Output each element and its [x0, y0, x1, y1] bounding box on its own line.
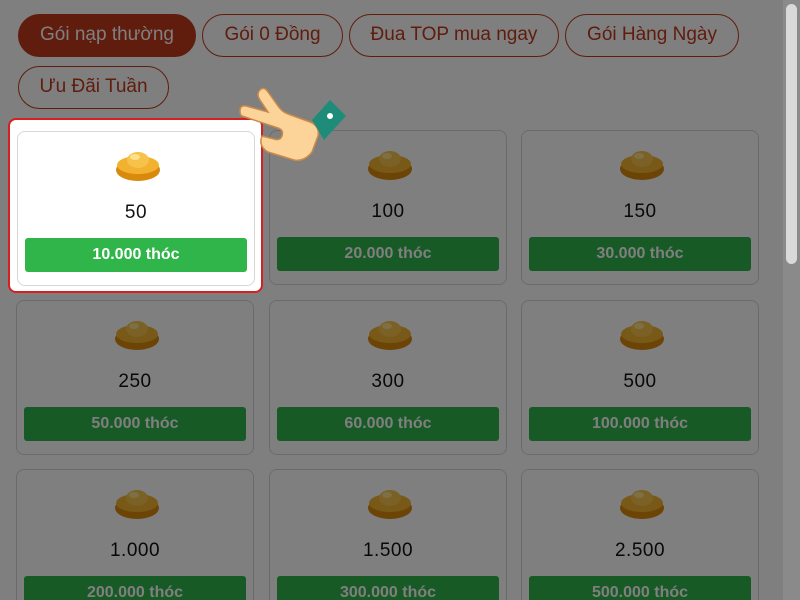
package-card[interactable]: 150 30.000 thóc — [521, 130, 759, 285]
package-price-button[interactable]: 20.000 thóc — [277, 237, 499, 271]
gold-ingot-icon — [368, 321, 412, 350]
package-amount: 250 — [118, 371, 152, 392]
package-price-button[interactable]: 50.000 thóc — [24, 407, 246, 441]
package-card[interactable]: 500 100.000 thóc — [521, 300, 759, 455]
package-card[interactable]: 300 60.000 thóc — [269, 300, 507, 455]
tab-goi-0-dong[interactable]: Gói 0 Đồng — [202, 14, 343, 57]
package-amount: 100 — [371, 201, 405, 222]
tab-goi-nap-thuong[interactable]: Gói nạp thường — [18, 14, 196, 57]
package-amount: 300 — [371, 371, 405, 392]
package-amount: 2.500 — [614, 540, 666, 561]
package-page: Gói nạp thường Gói 0 Đồng Đua TOP mua ng… — [0, 0, 800, 600]
pointing-hand-icon — [239, 87, 346, 162]
gold-ingot-icon — [116, 152, 160, 181]
package-card[interactable]: 1.500 300.000 thóc — [269, 469, 507, 600]
tab-goi-hang-ngay[interactable]: Gói Hàng Ngày — [565, 14, 739, 57]
tab-dua-top-mua-ngay[interactable]: Đua TOP mua ngay — [349, 14, 559, 57]
package-amount: 1.000 — [109, 540, 161, 561]
package-amount: 500 — [623, 371, 657, 392]
highlighted-package: 50 10.000 thóc — [8, 118, 263, 293]
package-price-button[interactable]: 60.000 thóc — [277, 407, 499, 441]
tab-uu-dai-tuan[interactable]: Ưu Đãi Tuần — [18, 66, 169, 109]
scrollbar-thumb[interactable] — [786, 4, 797, 264]
package-price-button[interactable]: 100.000 thóc — [529, 407, 751, 441]
package-price-button[interactable]: 30.000 thóc — [529, 237, 751, 271]
gold-ingot-icon — [368, 490, 412, 519]
package-price-button[interactable]: 500.000 thóc — [529, 576, 751, 600]
gold-ingot-icon — [115, 321, 159, 350]
scrollbar[interactable] — [783, 0, 800, 600]
gold-ingot-icon — [620, 490, 664, 519]
package-card[interactable]: 250 50.000 thóc — [16, 300, 254, 455]
package-amount: 1.500 — [362, 540, 414, 561]
gold-ingot-icon — [620, 321, 664, 350]
gold-ingot-icon — [620, 151, 664, 180]
gold-ingot-icon — [115, 490, 159, 519]
package-price-button[interactable]: 10.000 thóc — [25, 238, 247, 272]
package-price-button[interactable]: 200.000 thóc — [24, 576, 246, 600]
package-card[interactable]: 2.500 500.000 thóc — [521, 469, 759, 600]
package-price-button[interactable]: 300.000 thóc — [277, 576, 499, 600]
package-amount: 50 — [124, 202, 148, 223]
gold-ingot-icon — [368, 151, 412, 180]
package-card[interactable]: 1.000 200.000 thóc — [16, 469, 254, 600]
package-card-highlighted[interactable]: 50 10.000 thóc — [17, 131, 255, 286]
package-amount: 150 — [623, 201, 657, 222]
